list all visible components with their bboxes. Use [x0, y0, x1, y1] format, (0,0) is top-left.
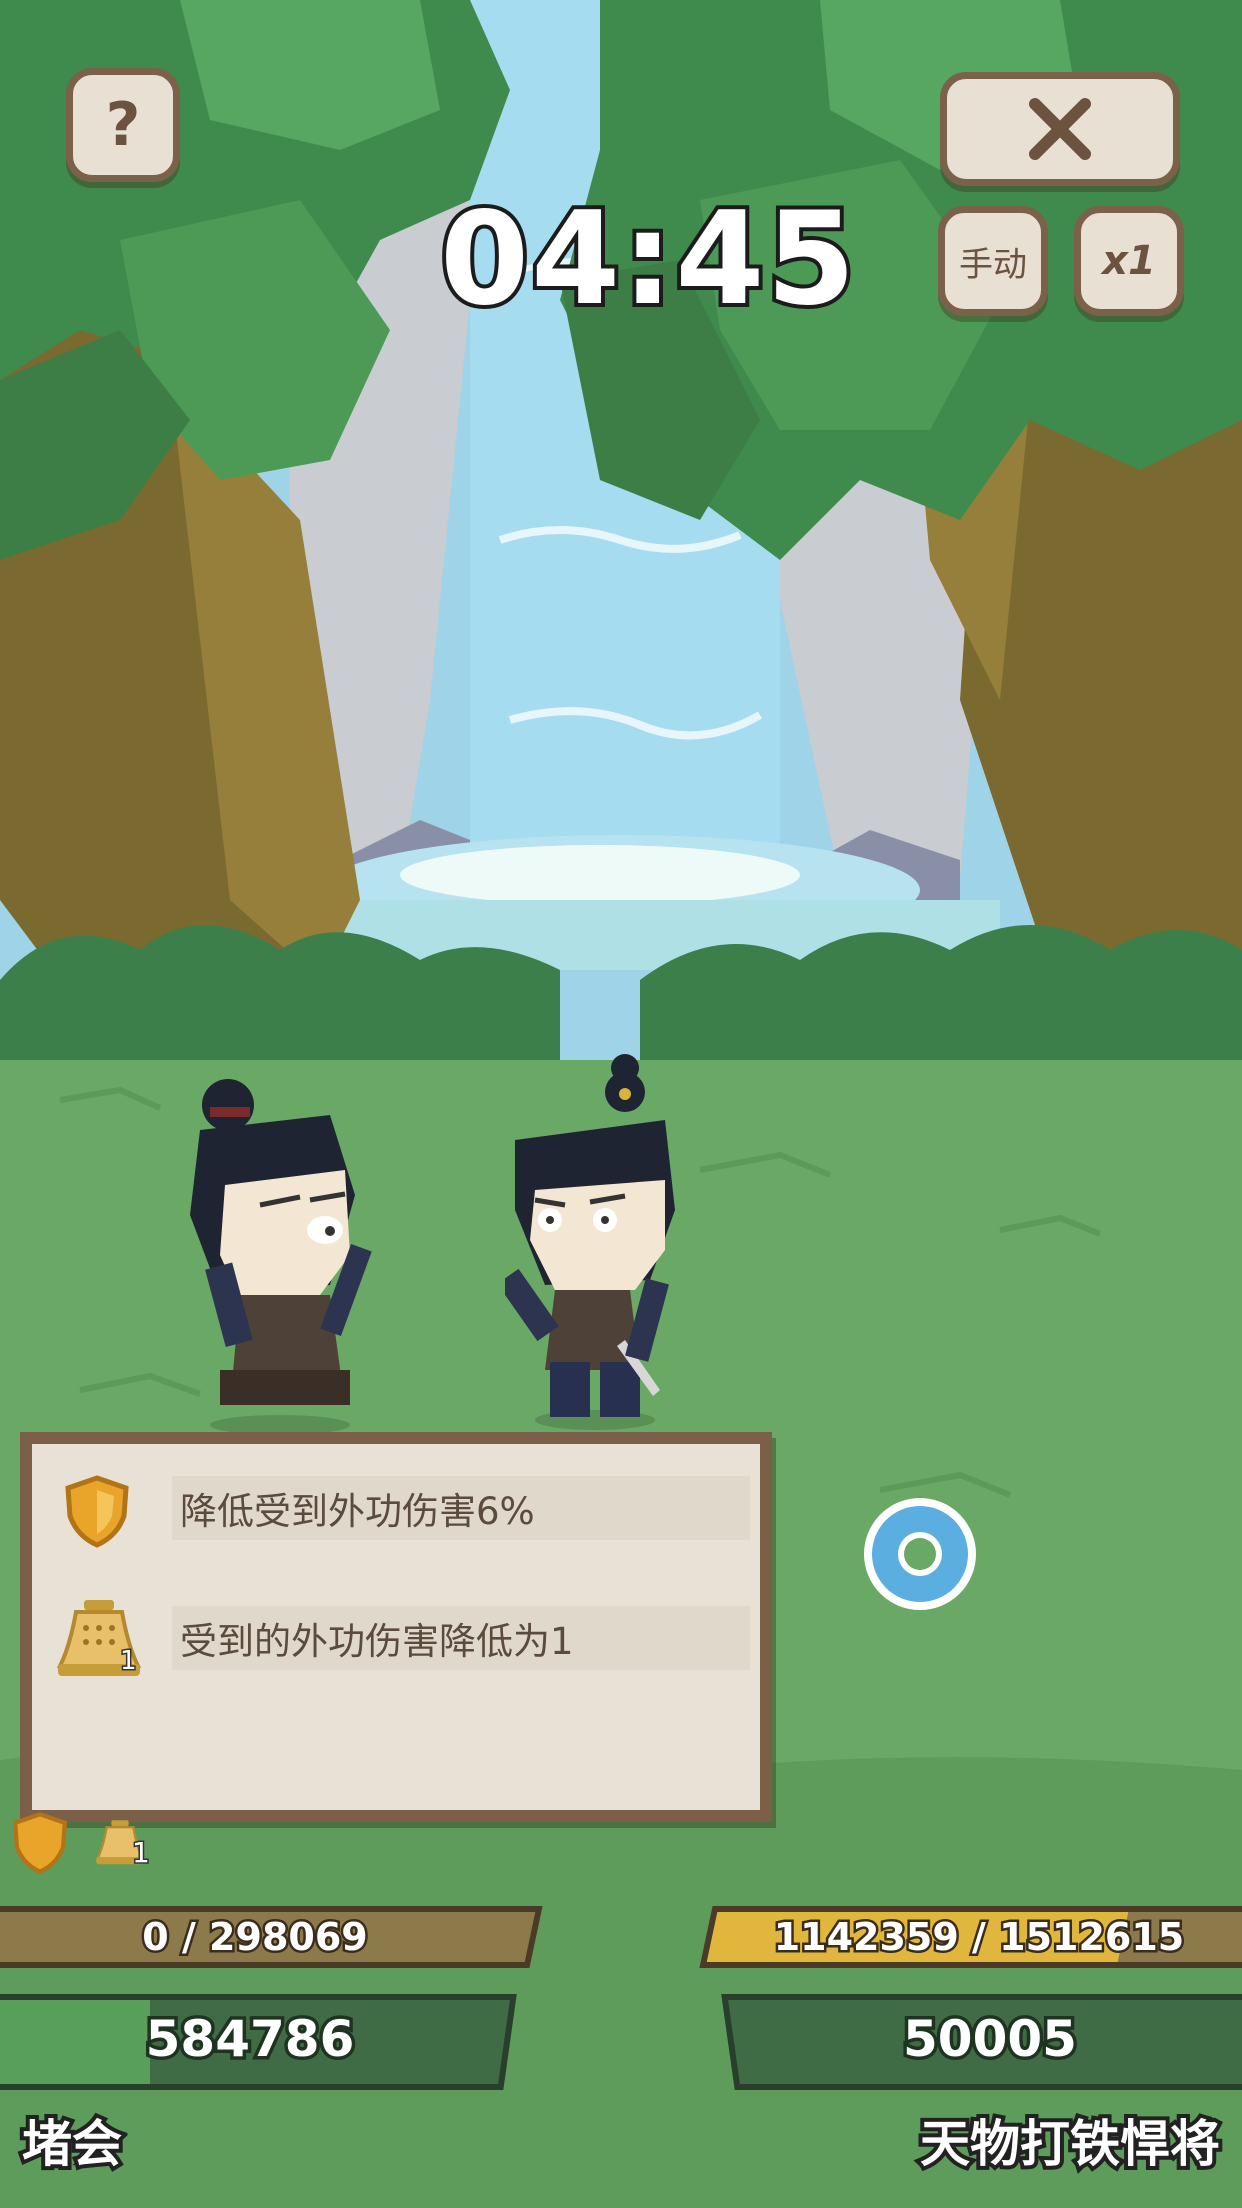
- shield-icon: [65, 1475, 129, 1548]
- player-shield-value: 0 / 298069: [140, 1913, 370, 1962]
- player-name: 堵会: [18, 2111, 126, 2177]
- help-label: ?: [105, 90, 141, 160]
- buff-text: 受到的外功伤害降低为1: [172, 1606, 750, 1670]
- manual-mode-label: 手动: [959, 244, 1027, 285]
- close-icon: [1029, 98, 1091, 160]
- battle-timer: 04:45: [436, 181, 859, 338]
- buff-text: 降低受到外功伤害6%: [172, 1476, 750, 1540]
- bell-badge: 1: [131, 1835, 152, 1871]
- close-button[interactable]: [940, 72, 1180, 186]
- help-button[interactable]: ?: [66, 68, 180, 182]
- target-marker-icon[interactable]: [858, 1492, 982, 1616]
- buff-info-panel: 降低受到外功伤害6% 1 受到的外功伤害降低为1: [20, 1432, 772, 1822]
- speed-label: x1: [1102, 238, 1156, 284]
- ally-character: [505, 1054, 675, 1430]
- buff-row: 降低受到外功伤害6%: [32, 1454, 760, 1564]
- player-power-value: 584786: [142, 2007, 358, 2072]
- shield-icon: [12, 1812, 68, 1875]
- enemy-power-value: 50005: [900, 2007, 1081, 2072]
- manual-mode-button[interactable]: 手动: [938, 206, 1048, 316]
- bell-badge: 1: [119, 1645, 138, 1678]
- enemy-hp-value: 1142359 / 1512615: [771, 1913, 1187, 1962]
- enemy-name: 天物打铁悍将: [916, 2111, 1224, 2177]
- buff-row: 1 受到的外功伤害降低为1: [32, 1584, 760, 1694]
- player-character: [190, 1079, 372, 1435]
- speed-button[interactable]: x1: [1074, 206, 1184, 316]
